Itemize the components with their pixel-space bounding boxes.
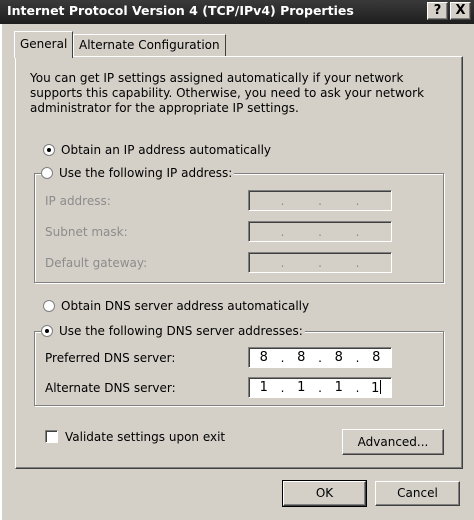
advanced-button[interactable]: Advanced... <box>342 429 444 455</box>
radio-selected-icon <box>41 325 53 337</box>
radio-selected-icon <box>43 144 55 156</box>
tab-alternate-configuration[interactable]: Alternate Configuration <box>73 34 226 56</box>
text-caret <box>380 379 382 394</box>
preferred-dns-label: Preferred DNS server: <box>45 351 176 365</box>
preferred-dns-octet-1: 8 <box>259 350 268 365</box>
subnet-mask-field[interactable]: ... <box>248 221 392 242</box>
obtain-ip-auto-label: Obtain an IP address automatically <box>61 143 272 157</box>
ok-button[interactable]: OK <box>282 480 367 507</box>
ip-address-field[interactable]: ... <box>248 190 392 211</box>
radio-unselected-icon <box>41 167 53 179</box>
alternate-dns-octet-2: 1 <box>297 380 306 395</box>
cancel-button[interactable]: Cancel <box>375 481 460 506</box>
window-left-edge <box>0 24 2 520</box>
close-button[interactable]: X <box>450 2 471 20</box>
title-bar: Internet Protocol Version 4 (TCP/IPv4) P… <box>0 0 474 24</box>
alternate-dns-field[interactable]: 1. 1. 1. 1 <box>248 377 392 398</box>
alternate-dns-octet-1: 1 <box>259 380 268 395</box>
ip-address-label: IP address: <box>45 194 111 208</box>
radio-unselected-icon <box>43 300 55 312</box>
use-following-ip-radio[interactable]: Use the following IP address: <box>41 166 235 180</box>
subnet-mask-label: Subnet mask: <box>45 225 128 239</box>
validate-settings-checkbox[interactable] <box>45 430 58 443</box>
alternate-dns-label: Alternate DNS server: <box>45 381 176 395</box>
window-title: Internet Protocol Version 4 (TCP/IPv4) P… <box>7 3 354 18</box>
default-gateway-label: Default gateway: <box>45 256 148 270</box>
alternate-dns-octet-3: 1 <box>334 380 343 395</box>
help-icon: ? <box>433 3 442 18</box>
tab-general[interactable]: General <box>14 31 74 58</box>
alternate-dns-octet-4: 1 <box>371 379 382 396</box>
default-gateway-field[interactable]: ... <box>248 252 392 273</box>
validate-settings-label: Validate settings upon exit <box>65 430 226 444</box>
preferred-dns-octet-3: 8 <box>334 350 343 365</box>
intro-text: You can get IP settings assigned automat… <box>30 71 425 115</box>
use-following-ip-label: Use the following IP address: <box>59 166 233 180</box>
preferred-dns-octet-4: 8 <box>372 350 381 365</box>
obtain-dns-auto-radio[interactable]: Obtain DNS server address automatically <box>43 299 312 313</box>
close-icon: X <box>455 3 466 18</box>
obtain-dns-auto-label: Obtain DNS server address automatically <box>61 299 310 313</box>
preferred-dns-field[interactable]: 8. 8. 8. 8 <box>248 347 392 368</box>
use-following-dns-label: Use the following DNS server addresses: <box>59 324 303 338</box>
preferred-dns-octet-2: 8 <box>297 350 306 365</box>
obtain-ip-auto-radio[interactable]: Obtain an IP address automatically <box>43 143 274 157</box>
use-following-dns-radio[interactable]: Use the following DNS server addresses: <box>41 324 305 338</box>
help-button[interactable]: ? <box>427 2 448 20</box>
